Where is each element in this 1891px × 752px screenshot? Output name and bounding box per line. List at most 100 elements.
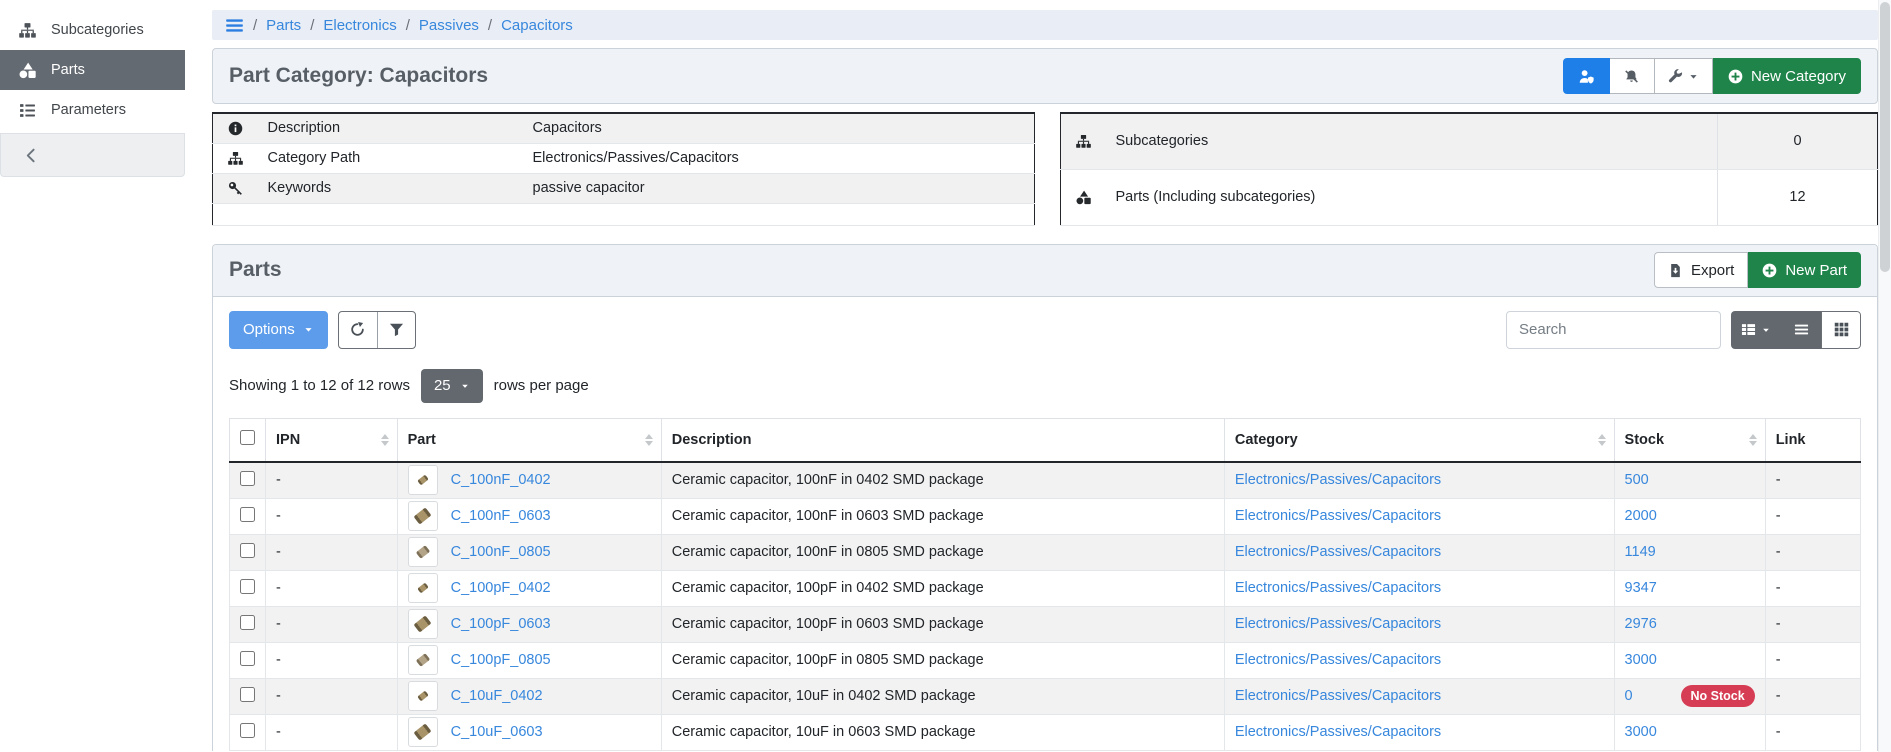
category-link[interactable]: Electronics/Passives/Capacitors bbox=[1235, 688, 1441, 704]
admin-button[interactable] bbox=[1563, 58, 1610, 94]
category-details-table: Description Capacitors Category Path Ele… bbox=[212, 112, 1035, 226]
ipn-cell: - bbox=[266, 642, 398, 678]
part-link[interactable]: C_10uF_0402 bbox=[451, 688, 543, 704]
columns-toggle-button[interactable] bbox=[1731, 311, 1781, 349]
row-checkbox[interactable] bbox=[240, 651, 255, 666]
page-size-dropdown[interactable]: 25 bbox=[421, 369, 483, 403]
column-header-stock[interactable]: Stock bbox=[1614, 418, 1765, 462]
category-settings-button[interactable] bbox=[1655, 58, 1713, 94]
row-checkbox[interactable] bbox=[240, 687, 255, 702]
sidebar-item-parameters[interactable]: Parameters bbox=[0, 90, 185, 130]
category-link[interactable]: Electronics/Passives/Capacitors bbox=[1235, 544, 1441, 560]
table-row: - C_10uF_0603 Ceramic capacitor, 10uF in… bbox=[230, 714, 1861, 750]
part-link[interactable]: C_100nF_0603 bbox=[451, 508, 551, 524]
stock-link[interactable]: 2976 bbox=[1625, 616, 1657, 632]
new-part-label: New Part bbox=[1785, 262, 1847, 279]
column-header-part[interactable]: Part bbox=[397, 418, 661, 462]
description-cell: Ceramic capacitor, 10uF in 0402 SMD pack… bbox=[661, 678, 1224, 714]
description-cell: Ceramic capacitor, 100nF in 0603 SMD pac… bbox=[661, 498, 1224, 534]
part-link[interactable]: C_100pF_0805 bbox=[451, 652, 551, 668]
link-cell: - bbox=[1765, 570, 1860, 606]
breadcrumb-link[interactable]: Passives bbox=[419, 17, 479, 34]
category-details: Description Capacitors Category Path Ele… bbox=[212, 112, 1878, 226]
detail-row: Category Path Electronics/Passives/Capac… bbox=[213, 143, 1035, 173]
stock-link[interactable]: 0 bbox=[1625, 688, 1633, 704]
row-checkbox[interactable] bbox=[240, 471, 255, 486]
part-thumbnail bbox=[408, 465, 438, 495]
column-label: Stock bbox=[1625, 432, 1665, 448]
ipn-cell: - bbox=[266, 606, 398, 642]
row-checkbox[interactable] bbox=[240, 543, 255, 558]
link-cell: - bbox=[1765, 606, 1860, 642]
sidebar-item-subcategories[interactable]: Subcategories bbox=[0, 10, 185, 50]
ipn-cell: - bbox=[266, 462, 398, 498]
capacitor-image bbox=[415, 653, 429, 667]
column-header-cat[interactable]: Category bbox=[1224, 418, 1614, 462]
row-checkbox[interactable] bbox=[240, 579, 255, 594]
category-link[interactable]: Electronics/Passives/Capacitors bbox=[1235, 472, 1441, 488]
new-category-button[interactable]: New Category bbox=[1713, 58, 1861, 94]
part-link[interactable]: C_100pF_0603 bbox=[451, 616, 551, 632]
tools-icon bbox=[1668, 69, 1683, 84]
part-link[interactable]: C_100nF_0402 bbox=[451, 472, 551, 488]
stock-link[interactable]: 9347 bbox=[1625, 580, 1657, 596]
new-category-label: New Category bbox=[1751, 68, 1846, 85]
stock-link[interactable]: 3000 bbox=[1625, 724, 1657, 740]
page-size-value: 25 bbox=[434, 377, 451, 394]
category-link[interactable]: Electronics/Passives/Capacitors bbox=[1235, 508, 1441, 524]
part-link[interactable]: C_100nF_0805 bbox=[451, 544, 551, 560]
list-view-button[interactable] bbox=[1781, 311, 1821, 349]
row-checkbox[interactable] bbox=[240, 723, 255, 738]
export-button[interactable]: Export bbox=[1654, 252, 1748, 288]
stock-link[interactable]: 2000 bbox=[1625, 508, 1657, 524]
breadcrumb-link[interactable]: Electronics bbox=[323, 17, 396, 34]
parts-table: IPNPartDescriptionCategoryStockLink - C_… bbox=[229, 418, 1861, 751]
scrollbar-thumb[interactable] bbox=[1880, 2, 1890, 272]
row-checkbox[interactable] bbox=[240, 615, 255, 630]
shapes-icon bbox=[19, 62, 36, 79]
link-cell: - bbox=[1765, 642, 1860, 678]
grid-view-button[interactable] bbox=[1821, 311, 1861, 349]
options-button[interactable]: Options bbox=[229, 311, 328, 349]
capacitor-image bbox=[414, 723, 432, 740]
notifications-button[interactable] bbox=[1610, 58, 1655, 94]
breadcrumb-link[interactable]: Capacitors bbox=[501, 17, 573, 34]
bell-slash-icon bbox=[1624, 69, 1639, 84]
table-toolbar: Options bbox=[229, 311, 1861, 349]
scrollbar bbox=[1878, 0, 1891, 752]
stock-link[interactable]: 500 bbox=[1625, 472, 1649, 488]
filter-button[interactable] bbox=[377, 312, 415, 348]
stock-link[interactable]: 1149 bbox=[1625, 544, 1656, 560]
caret-down-icon bbox=[303, 324, 314, 335]
new-part-button[interactable]: New Part bbox=[1748, 252, 1861, 288]
row-checkbox[interactable] bbox=[240, 507, 255, 522]
part-thumbnail bbox=[408, 681, 438, 711]
breadcrumb-separator: / bbox=[310, 17, 314, 34]
caret-down-icon bbox=[1688, 71, 1699, 82]
column-header-ipn[interactable]: IPN bbox=[266, 418, 398, 462]
part-thumbnail bbox=[408, 717, 438, 747]
select-all-checkbox[interactable] bbox=[240, 430, 255, 445]
ipn-cell: - bbox=[266, 570, 398, 606]
menu-icon[interactable] bbox=[225, 16, 244, 35]
detail-row: Parts (Including subcategories) 12 bbox=[1061, 169, 1878, 225]
breadcrumb-link[interactable]: Parts bbox=[266, 17, 301, 34]
part-link[interactable]: C_10uF_0603 bbox=[451, 724, 543, 740]
parts-actions: Export New Part bbox=[1654, 252, 1861, 288]
part-link[interactable]: C_100pF_0402 bbox=[451, 580, 551, 596]
sidebar-item-parts[interactable]: Parts bbox=[0, 50, 185, 90]
pagination-info: Showing 1 to 12 of 12 rows 25 rows per p… bbox=[229, 369, 1861, 403]
select-all-header bbox=[230, 418, 266, 462]
category-link[interactable]: Electronics/Passives/Capacitors bbox=[1235, 652, 1441, 668]
category-link[interactable]: Electronics/Passives/Capacitors bbox=[1235, 616, 1441, 632]
link-cell: - bbox=[1765, 498, 1860, 534]
search-input[interactable] bbox=[1506, 311, 1721, 349]
link-cell: - bbox=[1765, 462, 1860, 498]
description-cell: Ceramic capacitor, 100pF in 0402 SMD pac… bbox=[661, 570, 1224, 606]
sidebar-collapse-button[interactable] bbox=[0, 133, 185, 177]
stock-link[interactable]: 3000 bbox=[1625, 652, 1657, 668]
category-link[interactable]: Electronics/Passives/Capacitors bbox=[1235, 724, 1441, 740]
sitemap-icon bbox=[228, 151, 243, 166]
refresh-button[interactable] bbox=[339, 312, 377, 348]
category-link[interactable]: Electronics/Passives/Capacitors bbox=[1235, 580, 1441, 596]
